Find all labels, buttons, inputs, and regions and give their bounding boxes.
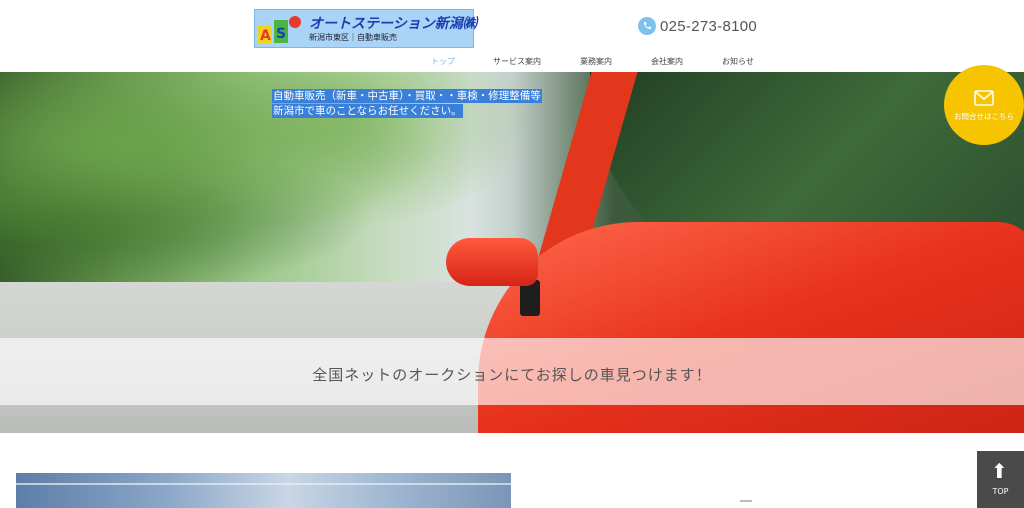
nav-item-business[interactable]: 業務案内 bbox=[580, 56, 612, 67]
car-mirror bbox=[446, 238, 538, 286]
building-photo bbox=[16, 473, 511, 508]
as-logo-icon: A S bbox=[258, 16, 301, 44]
contact-button[interactable]: お問合せはこちら bbox=[944, 65, 1024, 145]
phone-icon bbox=[638, 17, 656, 35]
nav-item-news[interactable]: お知らせ bbox=[722, 56, 754, 67]
arrow-up-icon: ⬆ bbox=[991, 459, 1008, 483]
scroll-top-button[interactable]: ⬆ TOP bbox=[977, 451, 1024, 508]
hero-band-text: 全国ネットのオークションにてお探しの車見つけます！ bbox=[312, 366, 712, 384]
mail-icon bbox=[974, 90, 994, 106]
hero-caption-line-2: 新潟市で車のことならお任せください。 bbox=[272, 104, 463, 118]
section-heading-fragment bbox=[740, 500, 752, 502]
phone-contact[interactable]: 025-273-8100 bbox=[638, 17, 757, 35]
site-logo[interactable]: A S オートステーション新潟㈱ 新潟市東区｜自動車販売 bbox=[254, 9, 477, 48]
contact-label: お問合せはこちら bbox=[954, 112, 1014, 121]
nav-item-top[interactable]: トップ bbox=[431, 56, 455, 67]
logo-subtitle: 新潟市東区｜自動車販売 bbox=[309, 33, 397, 42]
main-nav: トップ サービス案内 業務案内 会社案内 お知らせ bbox=[0, 56, 1024, 70]
nav-item-company[interactable]: 会社案内 bbox=[651, 56, 683, 67]
nav-item-services[interactable]: サービス案内 bbox=[493, 56, 541, 67]
svg-text:A: A bbox=[260, 28, 271, 44]
scroll-top-label: TOP bbox=[992, 487, 1009, 496]
hero-caption-line-1: 自動車販売（新車・中古車）・買取・・車検・修理整備等 bbox=[272, 89, 542, 103]
hero-caption: 自動車販売（新車・中古車）・買取・・車検・修理整備等 新潟市で車のことならお任せ… bbox=[272, 89, 542, 119]
svg-text:S: S bbox=[276, 26, 286, 42]
logo-title: オートステーション新潟㈱ bbox=[309, 16, 477, 32]
phone-number: 025-273-8100 bbox=[660, 17, 758, 35]
